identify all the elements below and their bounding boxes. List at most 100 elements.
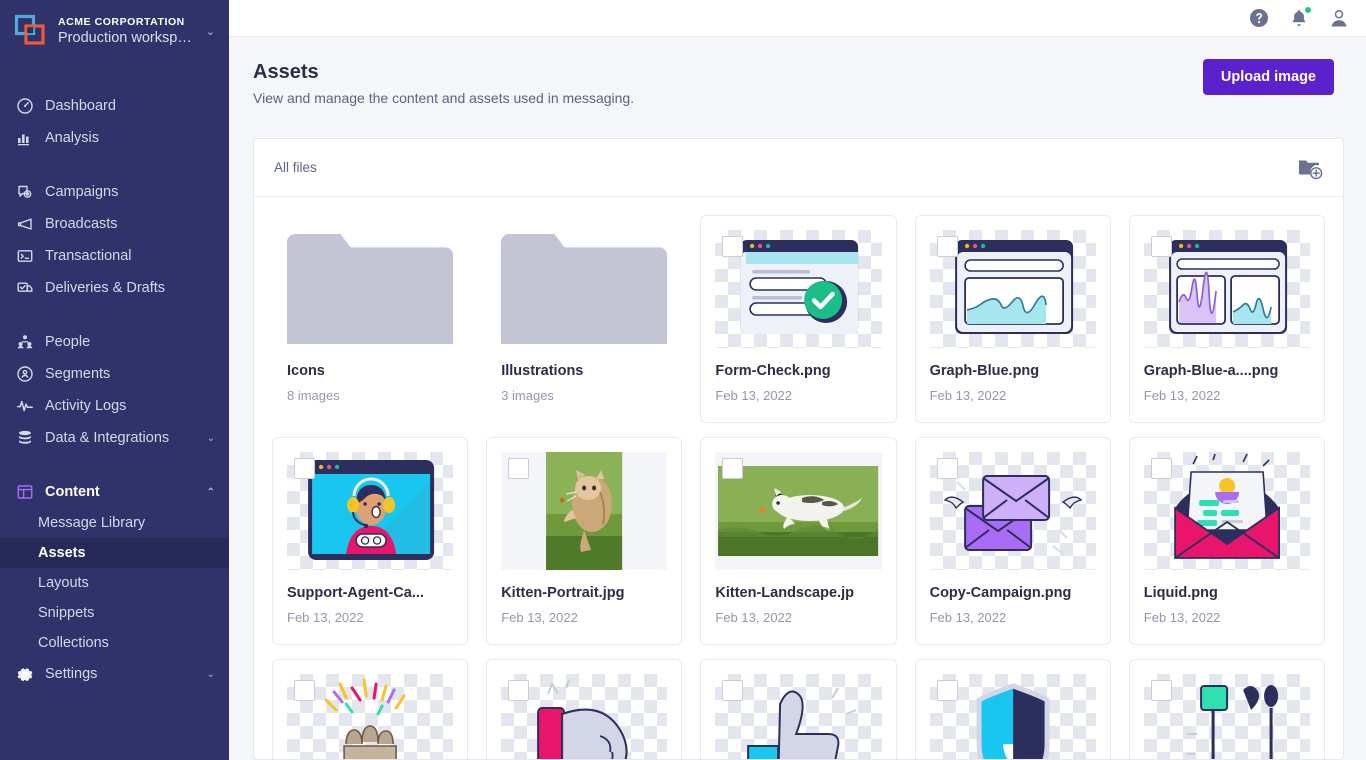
sidebar-item-data-integrations[interactable]: Data & Integrations ⌄: [0, 422, 229, 454]
asset-name: Graph-Blue.png: [929, 363, 1040, 379]
sidebar-item-label: Segments: [45, 366, 111, 382]
gauge-icon: [16, 97, 34, 115]
workspace-switcher[interactable]: ACME CORPORTATION Production workspace ⌄: [0, 0, 229, 62]
sidebar-item-message-library[interactable]: Message Library: [0, 508, 229, 538]
asset-name: Support-Agent-Ca...: [287, 585, 424, 601]
asset-card-graph-blue[interactable]: Graph-Blue.png Feb 13, 2022: [914, 215, 1111, 423]
asset-card-thumbs-up[interactable]: [700, 659, 897, 759]
asset-card-copy-campaign[interactable]: Copy-Campaign.png Feb 13, 2022: [914, 437, 1111, 645]
sidebar-item-label: Deliveries & Drafts: [45, 280, 166, 296]
assets-grid-scroll[interactable]: Icons 8 images Illustrations 3 images Fo…: [254, 197, 1343, 759]
asset-select-checkbox[interactable]: [936, 236, 958, 257]
asset-card-kitten-portrait[interactable]: Kitten-Portrait.jpg Feb 13, 2022: [486, 437, 683, 645]
folder-card-illustrations[interactable]: Illustrations 3 images: [486, 215, 682, 423]
workspace-text: ACME CORPORTATION Production workspace: [58, 15, 196, 48]
asset-card-kitten-landscape[interactable]: Kitten-Landscape.jp Feb 13, 2022: [700, 437, 897, 645]
sidebar-item-layouts[interactable]: Layouts: [0, 568, 229, 598]
asset-select-checkbox[interactable]: [722, 458, 744, 479]
sidebar-nav: Dashboard Analysis Campaigns Broadcasts …: [0, 62, 229, 760]
sidebar-item-deliveries-drafts[interactable]: Deliveries & Drafts: [0, 272, 229, 304]
sidebar-item-analysis[interactable]: Analysis: [0, 122, 229, 154]
folder-icon: [287, 233, 454, 345]
asset-card-shield[interactable]: [914, 659, 1111, 759]
asset-card-graph-blue-alt[interactable]: Graph-Blue-a....png Feb 13, 2022: [1128, 215, 1325, 423]
asset-select-checkbox[interactable]: [294, 458, 315, 479]
sidebar-item-label: Transactional: [45, 248, 132, 264]
sidebar-item-broadcasts[interactable]: Broadcasts: [0, 208, 229, 240]
asset-select-checkbox[interactable]: [1150, 680, 1172, 701]
asset-thumbnail: [715, 674, 882, 759]
add-folder-icon[interactable]: [1297, 155, 1323, 181]
asset-select-checkbox[interactable]: [936, 680, 958, 701]
sidebar-item-segments[interactable]: Segments: [0, 358, 229, 390]
sidebar-item-transactional[interactable]: Transactional: [0, 240, 229, 272]
sidebar-item-label: People: [45, 334, 91, 350]
asset-card-form-check[interactable]: Form-Check.png Feb 13, 2022: [700, 215, 897, 423]
page-header-text: Assets View and manage the content and a…: [253, 59, 1203, 108]
folder-meta: 8 images: [287, 388, 340, 403]
asset-card-pink-object[interactable]: [486, 659, 683, 759]
sidebar-item-dashboard[interactable]: Dashboard: [0, 90, 229, 122]
user-avatar-icon[interactable]: [1328, 7, 1350, 29]
asset-thumbnail: [1143, 230, 1310, 348]
folder-meta: 3 images: [501, 388, 554, 403]
asset-card-tools[interactable]: [1128, 659, 1325, 759]
app-root: ACME CORPORTATION Production workspace ⌄…: [0, 0, 1366, 760]
asset-select-checkbox[interactable]: [1150, 236, 1172, 257]
asset-card-confetti[interactable]: [272, 659, 469, 759]
page-title: Assets: [253, 61, 319, 83]
sidebar-item-campaigns[interactable]: Campaigns: [0, 176, 229, 208]
asset-name: Copy-Campaign.png: [929, 585, 1072, 601]
asset-select-checkbox[interactable]: [722, 680, 744, 701]
campaign-icon: [16, 183, 34, 201]
asset-thumbnail: [501, 452, 668, 570]
sidebar-item-assets[interactable]: Assets: [0, 538, 229, 568]
asset-select-checkbox[interactable]: [508, 458, 530, 479]
asset-card-liquid[interactable]: Liquid.png Feb 13, 2022: [1128, 437, 1325, 645]
asset-thumbnail: [715, 230, 882, 348]
asset-name: Liquid.png: [1143, 585, 1218, 601]
asset-name: Kitten-Landscape.jp: [715, 585, 854, 601]
sidebar-item-label: Analysis: [45, 130, 99, 146]
asset-name: Kitten-Portrait.jpg: [501, 585, 625, 601]
chevron-down-icon: ⌄: [205, 25, 215, 38]
sidebar-section-label: Content: [45, 484, 100, 500]
asset-date: Feb 13, 2022: [715, 610, 793, 625]
folder-card-icons[interactable]: Icons 8 images: [272, 215, 468, 423]
bell-icon[interactable]: [1288, 6, 1312, 29]
asset-thumbnail: [1143, 674, 1310, 759]
asset-thumbnail: [715, 452, 882, 570]
sidebar-item-label: Settings: [45, 666, 98, 682]
asset-card-support-agent[interactable]: Support-Agent-Ca... Feb 13, 2022: [272, 437, 469, 645]
folder-name: Illustrations: [501, 363, 584, 379]
acme-logo-icon: [14, 14, 48, 48]
upload-image-button[interactable]: Upload image: [1202, 59, 1334, 95]
sidebar-item-settings[interactable]: Settings ⌄: [0, 658, 229, 690]
asset-select-checkbox[interactable]: [1150, 458, 1172, 479]
asset-date: Feb 13, 2022: [501, 610, 578, 625]
database-icon: [16, 429, 34, 447]
gear-icon: [16, 665, 34, 683]
asset-date: Feb 13, 2022: [1143, 388, 1221, 403]
folder-thumbnail: [501, 230, 668, 348]
sidebar-item-people[interactable]: People: [0, 326, 229, 358]
asset-select-checkbox[interactable]: [508, 680, 530, 701]
asset-select-checkbox[interactable]: [294, 680, 315, 701]
asset-select-checkbox[interactable]: [936, 458, 958, 479]
sidebar-item-activity-logs[interactable]: Activity Logs: [0, 390, 229, 422]
asset-date: Feb 13, 2022: [1143, 610, 1221, 625]
people-icon: [16, 333, 34, 351]
asset-select-checkbox[interactable]: [722, 236, 744, 257]
chevron-down-icon: ⌄: [206, 668, 215, 680]
notification-badge: [1304, 6, 1312, 14]
sidebar-item-label: Broadcasts: [45, 216, 118, 232]
sidebar-item-collections[interactable]: Collections: [0, 628, 229, 658]
sidebar-item-snippets[interactable]: Snippets: [0, 598, 229, 628]
sidebar-section-content[interactable]: Content ⌃: [0, 476, 229, 508]
asset-thumbnail: [501, 674, 668, 759]
help-circle-icon[interactable]: [1248, 7, 1270, 29]
top-bar: [229, 0, 1366, 37]
asset-date: Feb 13, 2022: [929, 610, 1007, 625]
